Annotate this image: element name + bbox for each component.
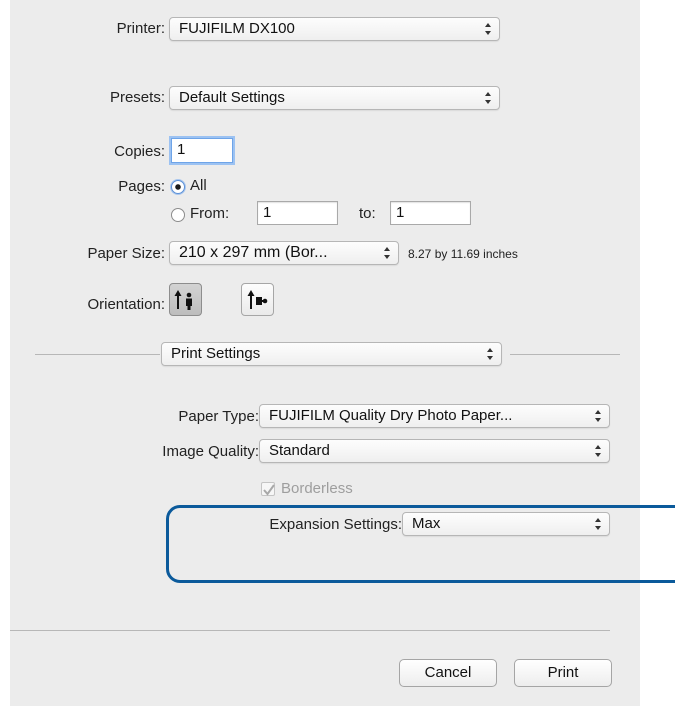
orientation-portrait-button[interactable] [169, 283, 202, 316]
paper-size-dimensions: 8.27 by 11.69 inches [408, 247, 518, 261]
copies-field[interactable]: 1 [171, 138, 233, 163]
presets-value: Default Settings [179, 89, 285, 106]
footer-divider [10, 630, 610, 631]
pages-all-label: All [190, 177, 207, 194]
pages-label: Pages: [118, 178, 165, 195]
pages-from-radio[interactable] [171, 208, 185, 222]
presets-label: Presets: [109, 89, 165, 106]
pages-from-label: From: [190, 205, 230, 222]
section-divider-left [35, 354, 160, 355]
paper-size-popup[interactable]: 210 x 297 mm (Bor... [169, 241, 399, 265]
orientation-label: Orientation: [87, 296, 165, 313]
printer-value: FUJIFILM DX100 [179, 20, 295, 37]
pages-to-label: to: [359, 205, 376, 222]
paper-type-label: Paper Type: [178, 408, 259, 425]
expansion-settings-label: Expansion Settings: [269, 516, 402, 533]
section-popup[interactable]: Print Settings [161, 342, 502, 366]
image-quality-value: Standard [269, 442, 330, 459]
updown-arrows-icon [595, 518, 601, 530]
orientation-landscape-button[interactable] [241, 283, 274, 316]
checkmark-icon [263, 484, 275, 496]
print-dialog: Printer: FUJIFILM DX100 Presets: Default… [10, 0, 640, 706]
updown-arrows-icon [487, 348, 493, 360]
updown-arrows-icon [384, 247, 390, 259]
updown-arrows-icon [485, 92, 491, 104]
copies-label: Copies: [114, 143, 165, 160]
paper-size-label: Paper Size: [87, 245, 165, 262]
image-quality-popup[interactable]: Standard [259, 439, 610, 463]
image-quality-label: Image Quality: [162, 443, 259, 460]
borderless-row: Borderless [255, 478, 455, 499]
printer-popup[interactable]: FUJIFILM DX100 [169, 17, 500, 41]
portrait-orientation-icon [174, 290, 192, 310]
pages-to-field[interactable]: 1 [390, 201, 471, 225]
landscape-orientation-icon [247, 290, 268, 309]
borderless-label: Borderless [281, 480, 353, 497]
pages-all-radio[interactable] [171, 180, 185, 194]
paper-type-value: FUJIFILM Quality Dry Photo Paper... [269, 407, 513, 424]
section-value: Print Settings [171, 345, 261, 362]
borderless-checkbox[interactable] [261, 482, 275, 496]
expansion-settings-value: Max [412, 515, 441, 532]
updown-arrows-icon [485, 23, 491, 35]
paper-type-popup[interactable]: FUJIFILM Quality Dry Photo Paper... [259, 404, 610, 428]
presets-popup[interactable]: Default Settings [169, 86, 500, 110]
section-divider-right [510, 354, 620, 355]
updown-arrows-icon [595, 445, 601, 457]
paper-size-value: 210 x 297 mm (Bor... [179, 244, 328, 261]
print-button[interactable]: Print [514, 659, 612, 687]
pages-from-field[interactable]: 1 [257, 201, 338, 225]
updown-arrows-icon [595, 410, 601, 422]
cancel-button[interactable]: Cancel [399, 659, 497, 687]
printer-label: Printer: [116, 20, 165, 37]
expansion-settings-popup[interactable]: Max [402, 512, 610, 536]
